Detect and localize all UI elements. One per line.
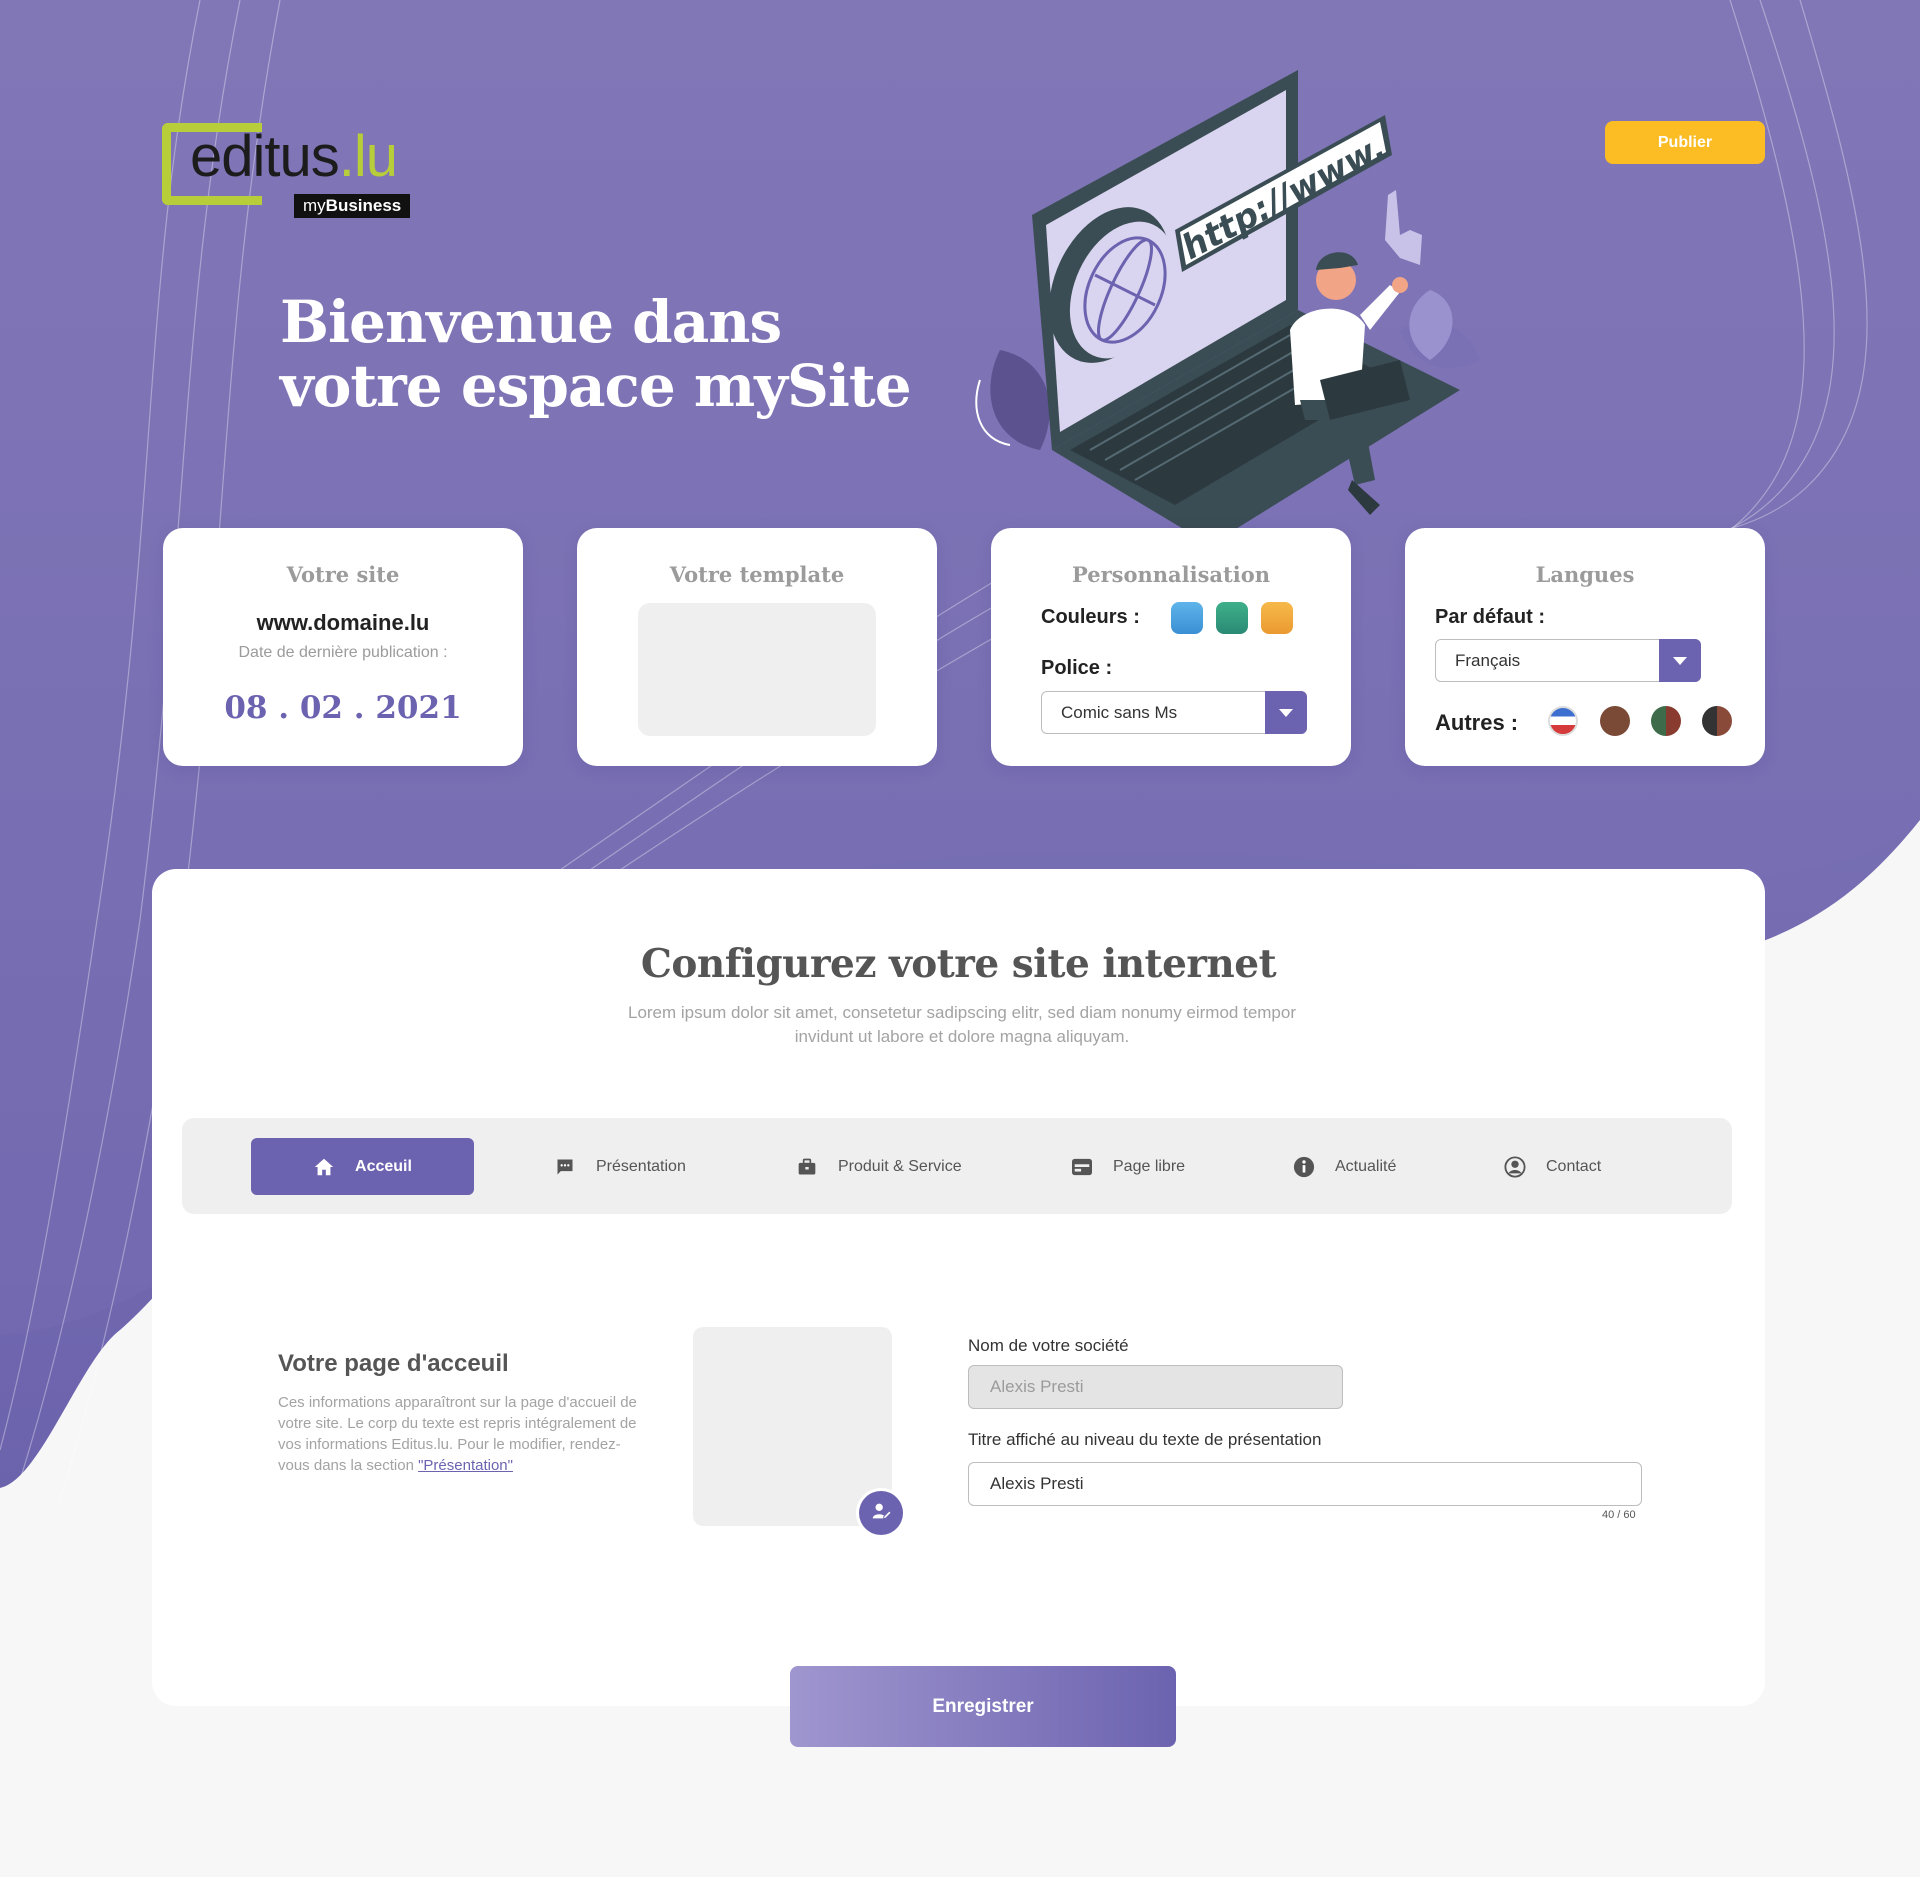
contact-icon xyxy=(1504,1155,1526,1178)
publish-date: 08 . 02 . 2021 xyxy=(224,690,462,726)
user-edit-icon xyxy=(870,1500,892,1527)
site-card-title: Votre site xyxy=(286,562,400,587)
logo-main: editus xyxy=(190,124,340,189)
color-swatch-green[interactable] xyxy=(1216,602,1248,634)
editus-logo[interactable]: editus.lu myBusiness xyxy=(160,120,430,225)
presentation-title-input[interactable]: Alexis Presti xyxy=(968,1462,1642,1506)
flag-lang2-icon[interactable] xyxy=(1600,706,1630,736)
template-card: Votre template xyxy=(577,528,937,766)
font-label: Police : xyxy=(1041,657,1113,679)
tab-accueil[interactable]: Acceuil xyxy=(251,1138,474,1195)
home-section-description: Ces informations apparaîtront sur la pag… xyxy=(278,1394,637,1474)
tab-label: Présentation xyxy=(596,1157,686,1175)
logo-subtitle: myBusiness xyxy=(294,194,411,218)
default-language-select[interactable]: Français xyxy=(1435,639,1701,682)
presentation-title-label: Titre affiché au niveau du texte de prés… xyxy=(968,1430,1322,1449)
customization-card: Personnalisation Couleurs : Police : Com… xyxy=(991,528,1351,766)
site-card: Votre site www.domaine.lu Date de derniè… xyxy=(163,528,523,766)
languages-card-title: Langues xyxy=(1535,562,1635,587)
info-icon xyxy=(1293,1156,1315,1178)
edit-image-button[interactable] xyxy=(859,1491,903,1535)
font-select-value: Comic sans Ms xyxy=(1061,702,1178,722)
tab-produit-service[interactable]: Produit & Service xyxy=(796,1138,962,1195)
publish-date-label: Date de dernière publication : xyxy=(238,644,448,661)
tab-presentation[interactable]: Présentation xyxy=(554,1138,686,1195)
laptop-illustration: http://www. xyxy=(975,70,1480,545)
tab-label: Actualité xyxy=(1335,1157,1397,1175)
company-name-label: Nom de votre société xyxy=(968,1336,1129,1355)
home-image-placeholder[interactable] xyxy=(693,1327,892,1526)
color-swatch-orange[interactable] xyxy=(1261,602,1293,634)
chevron-down-icon[interactable] xyxy=(1265,691,1307,734)
tab-page-libre[interactable]: Page libre xyxy=(1071,1138,1185,1195)
languages-card: Langues Par défaut : Français Autres : xyxy=(1405,528,1765,766)
section-tabs: Acceuil Présentation Produit & Service P… xyxy=(182,1118,1732,1214)
config-title: Configurez votre site internet xyxy=(640,941,1277,987)
customization-card-title: Personnalisation xyxy=(1072,562,1270,587)
site-url[interactable]: www.domaine.lu xyxy=(163,610,523,636)
company-name-value: Alexis Presti xyxy=(990,1377,1084,1396)
page-icon xyxy=(1071,1156,1093,1178)
hero-title: Bienvenue dans votre espace mySite xyxy=(280,288,912,420)
publish-button[interactable]: Publier xyxy=(1605,121,1765,164)
tab-label: Page libre xyxy=(1113,1157,1186,1175)
font-select[interactable]: Comic sans Ms xyxy=(1041,691,1307,734)
tab-contact[interactable]: Contact xyxy=(1504,1138,1601,1195)
home-section-title: Votre page d'acceuil xyxy=(278,1350,509,1377)
color-swatch-blue[interactable] xyxy=(1171,602,1203,634)
home-icon xyxy=(313,1156,335,1178)
character-counter: 40 / 60 xyxy=(1602,1509,1636,1521)
tab-label: Acceuil xyxy=(355,1157,412,1175)
chevron-down-icon[interactable] xyxy=(1659,639,1701,682)
logo-accent: .lu xyxy=(338,124,398,189)
tab-label: Contact xyxy=(1546,1157,1602,1175)
flag-lang4-icon[interactable] xyxy=(1702,706,1732,736)
colors-label: Couleurs : xyxy=(1041,606,1140,628)
presentation-link[interactable]: "Présentation" xyxy=(418,1457,513,1474)
presentation-title-value: Alexis Presti xyxy=(990,1474,1084,1493)
tab-label: Produit & Service xyxy=(838,1157,962,1175)
save-button[interactable]: Enregistrer xyxy=(790,1666,1176,1747)
tab-actualite[interactable]: Actualité xyxy=(1293,1138,1396,1195)
template-card-title: Votre template xyxy=(669,562,845,587)
default-language-label: Par défaut : xyxy=(1435,606,1546,628)
flag-fr-icon[interactable] xyxy=(1548,706,1578,736)
template-preview[interactable] xyxy=(638,603,876,736)
config-panel: Configurez votre site internet Lorem ips… xyxy=(152,869,1765,1706)
default-language-value: Français xyxy=(1455,650,1521,670)
config-subtitle: Lorem ipsum dolor sit amet, consetetur s… xyxy=(627,1003,1297,1046)
company-name-input[interactable]: Alexis Presti xyxy=(968,1365,1343,1409)
other-languages-label: Autres : xyxy=(1435,710,1519,735)
briefcase-icon xyxy=(796,1156,818,1178)
message-icon xyxy=(554,1156,576,1178)
flag-lang3-icon[interactable] xyxy=(1651,706,1681,736)
